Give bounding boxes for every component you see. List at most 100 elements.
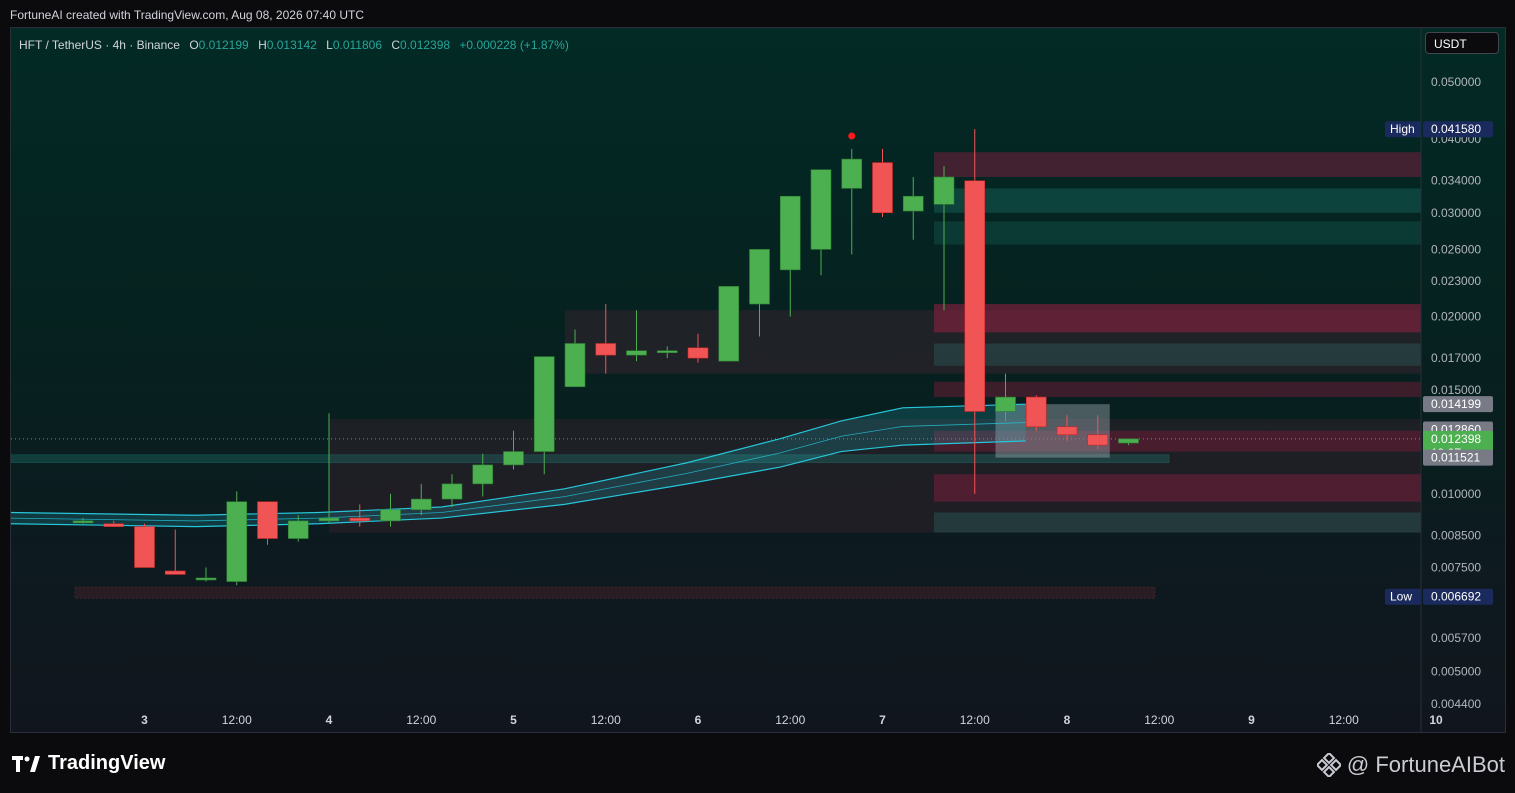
candle[interactable] bbox=[656, 350, 678, 353]
candle[interactable] bbox=[626, 350, 647, 356]
legend-low: 0.011806 bbox=[332, 38, 382, 52]
candle[interactable] bbox=[503, 451, 524, 466]
x-tick-label: 5 bbox=[510, 713, 517, 727]
candle[interactable] bbox=[841, 158, 863, 189]
legend-close-label: C bbox=[391, 38, 401, 52]
y-tick-label: 0.034000 bbox=[1431, 174, 1481, 188]
candle[interactable] bbox=[72, 520, 94, 524]
price-tag-label: 0.041580 bbox=[1431, 122, 1481, 136]
candle[interactable] bbox=[872, 162, 893, 214]
candle[interactable] bbox=[933, 176, 955, 205]
candle[interactable] bbox=[380, 509, 401, 522]
candle[interactable] bbox=[1118, 438, 1139, 444]
x-tick-label: 8 bbox=[1064, 713, 1071, 727]
legend-low-label: L bbox=[326, 38, 333, 52]
price-tag-side-label: High bbox=[1390, 122, 1415, 136]
x-tick-label: 12:00 bbox=[222, 713, 252, 727]
candle[interactable] bbox=[1087, 434, 1109, 446]
support-box bbox=[11, 454, 1170, 464]
candle[interactable] bbox=[779, 195, 801, 271]
x-tick-label: 6 bbox=[695, 713, 702, 727]
candle[interactable] bbox=[349, 517, 371, 522]
candle[interactable] bbox=[103, 523, 125, 527]
candle[interactable] bbox=[410, 498, 432, 511]
x-tick-label: 12:00 bbox=[1144, 713, 1174, 727]
candle[interactable] bbox=[964, 180, 986, 412]
x-tick-label: 12:00 bbox=[960, 713, 990, 727]
ohlc-legend: HFT / TetherUS · 4h · Binance O0.012199 … bbox=[19, 38, 569, 52]
x-tick-label: 12:00 bbox=[775, 713, 805, 727]
candle[interactable] bbox=[902, 195, 924, 212]
x-tick-label: 7 bbox=[879, 713, 886, 727]
bot-credit: @ FortuneAIBot bbox=[1316, 752, 1505, 778]
candle[interactable] bbox=[257, 501, 278, 539]
candle[interactable] bbox=[1025, 396, 1047, 428]
y-tick-label: 0.004400 bbox=[1431, 697, 1481, 711]
price-tag-label: 0.014199 bbox=[1431, 397, 1481, 411]
tradingview-logo[interactable]: TradingView bbox=[12, 752, 165, 775]
tradingview-logo-icon bbox=[12, 755, 40, 772]
candle[interactable] bbox=[1056, 426, 1078, 436]
candle[interactable] bbox=[287, 520, 309, 539]
x-tick-label: 12:00 bbox=[406, 713, 436, 727]
y-tick-label: 0.015000 bbox=[1431, 383, 1481, 397]
x-tick-label: 12:00 bbox=[591, 713, 621, 727]
x-tick-label: 10 bbox=[1429, 713, 1443, 727]
price-tag-label: 0.011521 bbox=[1431, 451, 1480, 465]
supply-zone bbox=[565, 310, 1421, 374]
y-tick-label: 0.010000 bbox=[1431, 487, 1481, 501]
x-tick-label: 9 bbox=[1248, 713, 1255, 727]
volume-zone-5 bbox=[934, 381, 1421, 398]
x-tick-label: 12:00 bbox=[1329, 713, 1359, 727]
y-tick-label: 0.005000 bbox=[1431, 664, 1481, 678]
legend-high-label: H bbox=[258, 38, 267, 52]
tradingview-brand: TradingView bbox=[48, 752, 166, 774]
candle[interactable] bbox=[226, 501, 248, 582]
x-tick-label: 4 bbox=[326, 713, 333, 727]
legend-change: +0.000228 (+1.87%) bbox=[459, 38, 569, 52]
y-tick-label: 0.030000 bbox=[1431, 206, 1481, 220]
currency-button[interactable]: USDT bbox=[1425, 32, 1499, 54]
candle[interactable] bbox=[164, 570, 186, 575]
x-tick-label: 3 bbox=[141, 713, 148, 727]
volume-zone-0 bbox=[934, 152, 1421, 177]
y-tick-label: 0.020000 bbox=[1431, 310, 1481, 324]
low-zone-box bbox=[74, 586, 1156, 599]
chart-credit: FortuneAI created with TradingView.com, … bbox=[10, 8, 364, 22]
y-tick-label: 0.005700 bbox=[1431, 631, 1481, 645]
bot-handle: @ FortuneAIBot bbox=[1346, 752, 1505, 777]
candle[interactable] bbox=[564, 343, 586, 388]
volume-zone-1 bbox=[934, 188, 1421, 213]
legend-close: 0.012398 bbox=[400, 38, 451, 52]
candle[interactable] bbox=[134, 526, 155, 568]
legend-high: 0.013142 bbox=[266, 38, 317, 52]
candle[interactable] bbox=[472, 464, 494, 485]
price-tag-label: 0.012398 bbox=[1431, 432, 1481, 446]
y-tick-label: 0.008500 bbox=[1431, 528, 1481, 542]
y-tick-label: 0.050000 bbox=[1431, 75, 1481, 89]
candle[interactable] bbox=[749, 249, 770, 305]
price-tag-label: 0.006692 bbox=[1431, 590, 1481, 604]
y-tick-label: 0.007500 bbox=[1431, 561, 1481, 575]
binance-diamond-icon bbox=[1316, 753, 1341, 777]
volume-zone-2 bbox=[934, 221, 1421, 245]
chart-panel[interactable]: 0.050000 0.040000 0.034000 0.030000 0.026000… bbox=[10, 27, 1506, 733]
signal-marker bbox=[848, 132, 856, 140]
price-tag-side-label: Low bbox=[1390, 590, 1412, 604]
legend-symbol: HFT / TetherUS · 4h · Binance bbox=[19, 38, 180, 52]
y-tick-label: 0.017000 bbox=[1431, 351, 1481, 365]
candle[interactable] bbox=[195, 577, 217, 581]
candle[interactable] bbox=[687, 347, 709, 359]
candlestick-chart[interactable]: 0.0500000.0400000.0340000.0300000.026000… bbox=[11, 28, 1506, 733]
candle[interactable] bbox=[441, 483, 463, 500]
candle[interactable] bbox=[995, 396, 1016, 412]
y-tick-label: 0.023000 bbox=[1431, 274, 1481, 288]
legend-open-label: O bbox=[189, 38, 199, 52]
candle[interactable] bbox=[318, 517, 340, 522]
candle[interactable] bbox=[810, 169, 832, 250]
candle[interactable] bbox=[595, 343, 617, 356]
candle[interactable] bbox=[533, 356, 555, 452]
legend-open: 0.012199 bbox=[198, 38, 249, 52]
y-tick-label: 0.026000 bbox=[1431, 242, 1481, 256]
candle[interactable] bbox=[718, 286, 740, 362]
